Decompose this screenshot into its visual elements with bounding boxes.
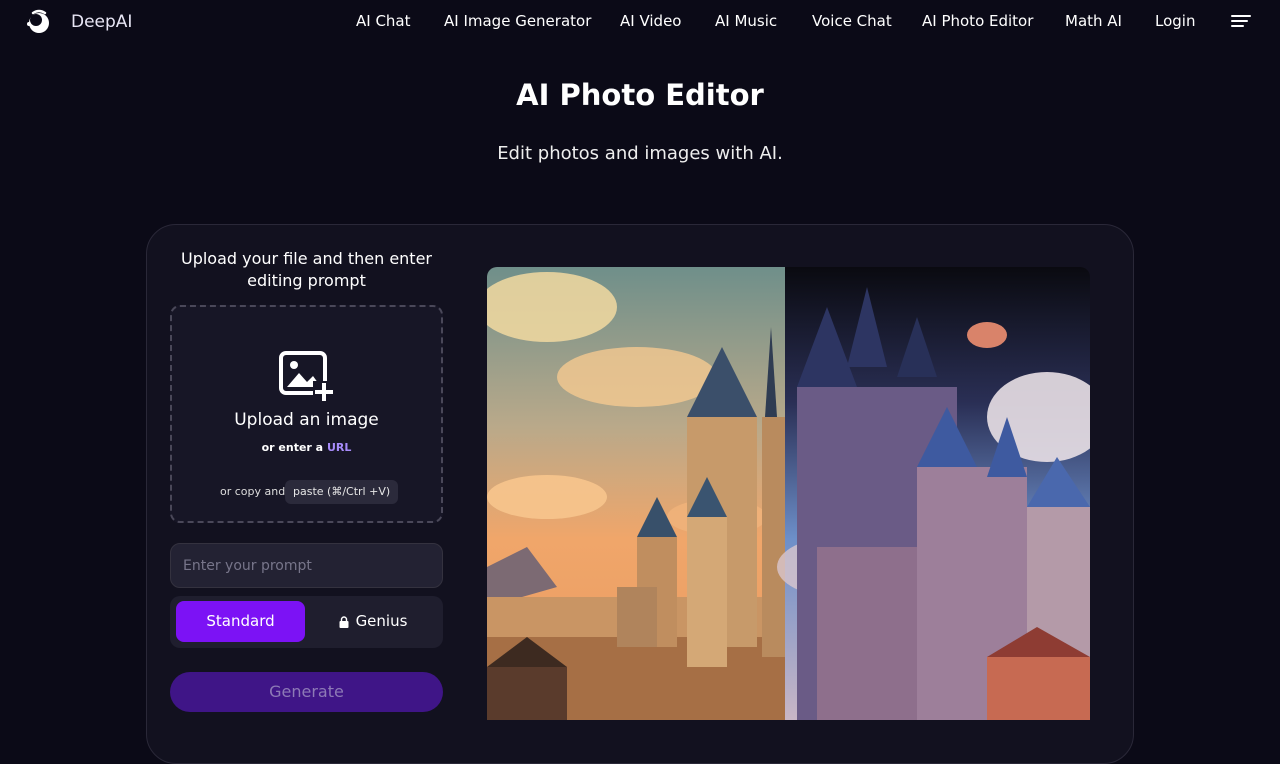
nav-link-ai-photo-editor[interactable]: AI Photo Editor [922, 12, 1033, 30]
image-add-icon [279, 351, 335, 403]
paste-button[interactable]: paste (⌘/Ctrl +V) [285, 480, 399, 504]
page-subtitle: Edit photos and images with AI. [497, 143, 783, 164]
upload-image-label: Upload an image [234, 410, 379, 430]
copy-paste-hint: or copy and [220, 485, 286, 498]
top-nav: DeepAI AI Chat AI Image Generator AI Vid… [0, 0, 1280, 44]
url-prefix: or enter a [261, 441, 324, 454]
castle-before-after-image [487, 267, 1090, 720]
nav-link-ai-chat[interactable]: AI Chat [356, 12, 411, 30]
nav-link-ai-video[interactable]: AI Video [620, 12, 681, 30]
page-title: AI Photo Editor [516, 78, 764, 112]
upload-instructions: Upload your file and then enter editing … [180, 249, 432, 290]
nav-link-login[interactable]: Login [1155, 12, 1195, 30]
url-line: or enter a URL [170, 441, 443, 454]
mode-genius-label: Genius [355, 612, 408, 630]
nav-link-ai-image-generator[interactable]: AI Image Generator [444, 12, 591, 30]
preview-image [487, 267, 1090, 720]
mode-standard-button[interactable]: Standard [176, 601, 305, 642]
nav-link-ai-music[interactable]: AI Music [715, 12, 777, 30]
mode-genius-button[interactable]: Genius [309, 601, 437, 642]
prompt-input[interactable] [170, 543, 443, 588]
hamburger-menu-icon[interactable] [1231, 15, 1251, 31]
nav-links: AI Chat AI Image Generator AI Video AI M… [0, 0, 1280, 44]
enter-url-link[interactable]: URL [327, 441, 351, 454]
generate-button[interactable]: Generate [170, 672, 443, 712]
nav-link-voice-chat[interactable]: Voice Chat [812, 12, 892, 30]
nav-link-math-ai[interactable]: Math AI [1065, 12, 1122, 30]
lock-icon [339, 615, 349, 628]
